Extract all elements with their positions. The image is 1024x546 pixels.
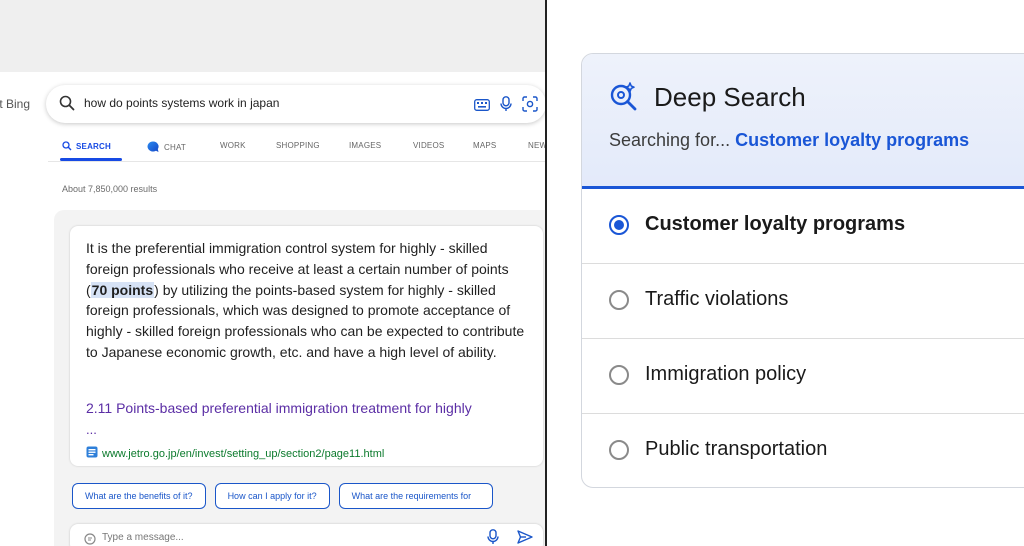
option-label: Customer loyalty programs bbox=[645, 213, 906, 235]
keyboard-icon[interactable] bbox=[474, 98, 490, 116]
message-input[interactable]: Type a message... bbox=[102, 532, 184, 543]
deep-search-panel: Deep Search Searching for... Customer lo… bbox=[581, 53, 1024, 488]
microphone-icon[interactable] bbox=[500, 96, 512, 117]
searching-query: Customer loyalty programs bbox=[735, 130, 970, 150]
radio-selected-icon[interactable] bbox=[609, 215, 629, 235]
send-icon[interactable] bbox=[517, 530, 533, 546]
deep-search-icon bbox=[610, 81, 638, 116]
option-label: Public transportation bbox=[645, 438, 828, 460]
divider bbox=[48, 161, 545, 162]
searching-status: Searching for... Customer loyalty progra… bbox=[609, 130, 970, 150]
bing-panel: ft Bing how do points systems work in ja… bbox=[0, 0, 545, 546]
chat-bubble-icon bbox=[147, 141, 159, 152]
tab-images[interactable]: IMAGES bbox=[349, 141, 381, 150]
tab-search[interactable]: SEARCH bbox=[62, 141, 111, 151]
tab-maps[interactable]: MAPS bbox=[473, 141, 496, 150]
suggestion-chips: What are the benefits of it? How can I a… bbox=[72, 483, 493, 509]
search-icon bbox=[62, 141, 72, 151]
search-query[interactable]: how do points systems work in japan bbox=[84, 96, 279, 110]
tab-work[interactable]: WORK bbox=[220, 141, 246, 150]
split-divider bbox=[545, 0, 547, 546]
suggestion-chip[interactable]: What are the benefits of it? bbox=[72, 483, 206, 509]
source-ellipsis: ... bbox=[86, 422, 97, 437]
source-link[interactable]: 2.11 Points-based preferential immigrati… bbox=[86, 400, 472, 416]
answer-text: It is the preferential immigration contr… bbox=[86, 240, 525, 360]
answer-card: It is the preferential immigration contr… bbox=[70, 226, 543, 466]
search-icon bbox=[59, 95, 75, 116]
tab-videos[interactable]: VIDEOS bbox=[413, 141, 444, 150]
radio-icon[interactable] bbox=[609, 290, 629, 310]
option-row[interactable]: Public transportation bbox=[582, 414, 1024, 487]
results-count: About 7,850,000 results bbox=[62, 184, 158, 194]
option-label: Immigration policy bbox=[645, 363, 807, 385]
option-row[interactable]: Immigration policy bbox=[582, 339, 1024, 414]
search-tabs: SEARCH CHAT WORK SHOPPING IMAGES VIDEOS … bbox=[58, 137, 545, 161]
option-label: Traffic violations bbox=[645, 288, 789, 310]
source-url-row[interactable]: www.jetro.go.jp/en/invest/setting_up/sec… bbox=[86, 445, 384, 463]
deep-search-header: Deep Search Searching for... Customer lo… bbox=[582, 54, 1024, 189]
tab-shopping[interactable]: SHOPPING bbox=[276, 141, 320, 150]
microphone-icon[interactable] bbox=[487, 529, 499, 546]
message-bar[interactable]: Type a message... bbox=[70, 524, 543, 546]
top-band bbox=[0, 0, 545, 72]
brand-label: ft Bing bbox=[0, 97, 31, 111]
deep-search-title: Deep Search bbox=[654, 82, 806, 112]
option-row[interactable]: Traffic violations bbox=[582, 264, 1024, 339]
suggestion-chip[interactable]: What are the requirements for bbox=[338, 483, 493, 509]
radio-icon[interactable] bbox=[609, 365, 629, 385]
tab-chat[interactable]: CHAT bbox=[147, 141, 186, 153]
new-topic-icon[interactable] bbox=[84, 532, 96, 546]
radio-icon[interactable] bbox=[609, 440, 629, 460]
site-favicon-icon bbox=[86, 445, 98, 463]
suggestion-chip[interactable]: How can I apply for it? bbox=[214, 483, 330, 509]
visual-search-icon[interactable] bbox=[522, 96, 538, 117]
tab-news[interactable]: NEW bbox=[528, 141, 545, 150]
option-row[interactable]: Customer loyalty programs bbox=[582, 189, 1024, 264]
answer-highlight: 70 points bbox=[90, 281, 155, 298]
source-url[interactable]: www.jetro.go.jp/en/invest/setting_up/sec… bbox=[102, 448, 384, 460]
search-box[interactable]: how do points systems work in japan bbox=[46, 85, 545, 123]
